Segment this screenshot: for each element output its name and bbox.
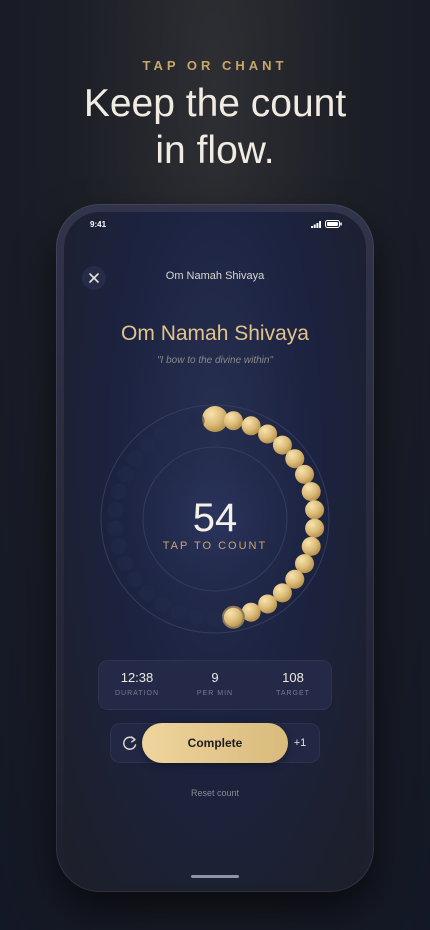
reset-button[interactable] [118, 731, 142, 755]
complete-button[interactable]: Complete [142, 723, 288, 763]
mala-bead-counted [241, 416, 261, 436]
mala-bead-remaining [110, 538, 127, 555]
mala-bead-counted [285, 449, 305, 469]
mala-bead-remaining [127, 571, 144, 588]
headline-line-1: Keep the count [83, 82, 347, 125]
signal-icon [311, 220, 321, 228]
mala-bead-counted [223, 411, 243, 431]
stat-value: 12:38 [120, 670, 154, 685]
stat-label: DURATION [114, 690, 160, 697]
mala-bead-remaining [127, 450, 144, 467]
headline-line-2: in flow. [155, 129, 275, 172]
status-icons [311, 220, 342, 228]
app-screen: 9:41 Om Namah Shivaya Om Namah Shivaya "… [64, 212, 366, 884]
mala-bead-counted [305, 500, 325, 520]
mala-bead-counted [301, 482, 321, 502]
mala-bead-remaining [139, 584, 156, 601]
mala-bead-remaining [170, 604, 187, 621]
mala-bead-remaining [154, 426, 171, 442]
promo-headline: Keep the count in flow. [0, 80, 430, 174]
stat-label: TARGET [276, 690, 310, 697]
mala-bead-remaining [107, 520, 124, 537]
reset-icon [123, 736, 137, 750]
mala-bead-counted [301, 536, 321, 556]
stat-value: 108 [282, 670, 304, 685]
mala-bead-remaining [110, 483, 127, 500]
mala-bead-counted [221, 605, 245, 629]
stat-label: PER MIN [196, 690, 234, 697]
mala-bead-remaining [170, 417, 187, 434]
phone-frame: 9:41 Om Namah Shivaya Om Namah Shivaya "… [56, 204, 374, 892]
tap-to-count-area[interactable]: 54 TAP TO COUNT [140, 476, 290, 566]
mala-bead-remaining [188, 609, 205, 626]
mala-bead-remaining [107, 501, 124, 518]
tap-to-count-label: TAP TO COUNT [162, 540, 268, 552]
mala-bead-remaining [139, 437, 156, 454]
stat-per-min: 9 PER MIN [176, 660, 254, 710]
status-time: 9:41 [90, 220, 107, 229]
mala-bead-counted [295, 554, 314, 574]
mala-bead-remaining [188, 412, 205, 429]
mala-bead-counted [305, 518, 325, 538]
mantra-translation: "I bow to the divine within" [156, 355, 274, 366]
count-value: 54 [192, 496, 238, 540]
stat-value: 9 [211, 670, 219, 685]
mala-bead-remaining [117, 466, 134, 483]
mantra-title: Om Namah Shivaya [121, 322, 309, 345]
stat-target: 108 TARGET [254, 660, 332, 710]
home-indicator [191, 875, 239, 878]
battery-icon [325, 220, 342, 228]
promo-kicker: TAP OR CHANT [142, 58, 288, 73]
mala-bead-counted [295, 464, 314, 484]
stats-panel: 12:38 DURATION 9 PER MIN 108 TARGET [98, 660, 332, 710]
mala-bead-remaining [154, 596, 171, 612]
increment-button[interactable]: +1 [288, 723, 312, 763]
mala-bead-remaining [207, 611, 223, 627]
stat-duration: 12:38 DURATION [98, 660, 176, 710]
mala-bead-counted [258, 594, 278, 614]
nav-title: Om Namah Shivaya [165, 270, 265, 282]
mala-bead-remaining [117, 555, 134, 572]
reset-count-link[interactable]: Reset count [64, 788, 366, 798]
